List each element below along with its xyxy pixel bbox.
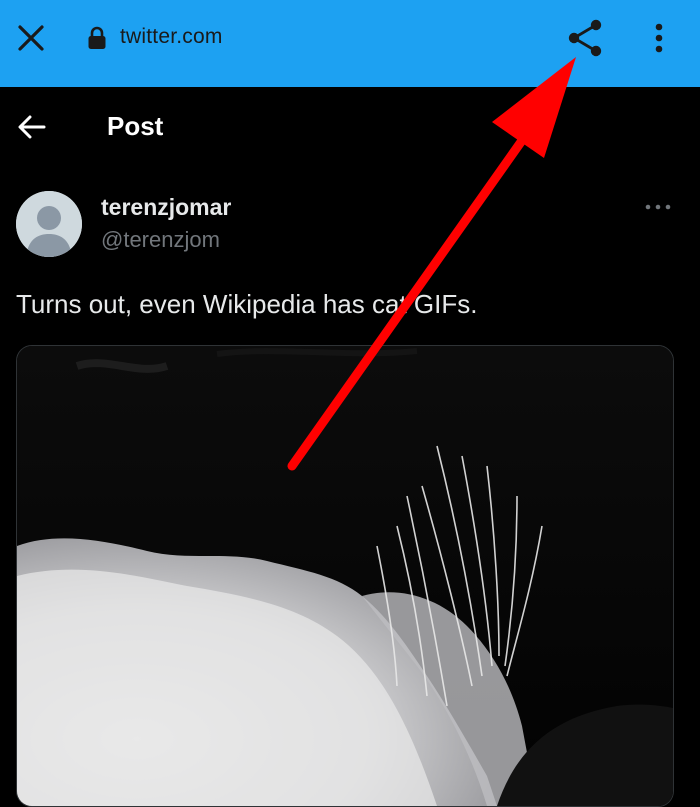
page-title: Post xyxy=(107,111,164,141)
share-button[interactable] xyxy=(562,15,608,61)
kebab-menu-icon xyxy=(655,23,663,53)
post-header: Post xyxy=(0,87,700,169)
back-button[interactable] xyxy=(12,107,52,147)
arrow-left-icon xyxy=(18,115,46,139)
avatar[interactable] xyxy=(16,191,82,257)
browser-menu-button[interactable] xyxy=(642,15,676,61)
post-media-cat-gif[interactable] xyxy=(16,345,674,807)
more-horizontal-icon xyxy=(645,204,671,210)
author-display-name[interactable]: terenzjomar xyxy=(101,194,231,221)
author-handle[interactable]: @terenzjom xyxy=(101,227,220,253)
browser-toolbar: twitter.com xyxy=(0,0,700,87)
close-button[interactable] xyxy=(10,17,52,59)
url-text[interactable]: twitter.com xyxy=(120,25,223,49)
share-icon xyxy=(568,19,602,57)
lock-icon xyxy=(88,26,106,49)
post-text: Turns out, even Wikipedia has cat GIFs. xyxy=(16,289,478,319)
close-icon xyxy=(18,25,44,51)
default-avatar-icon xyxy=(16,191,82,257)
post-more-button[interactable] xyxy=(640,195,676,219)
cat-gif-image xyxy=(17,346,673,806)
